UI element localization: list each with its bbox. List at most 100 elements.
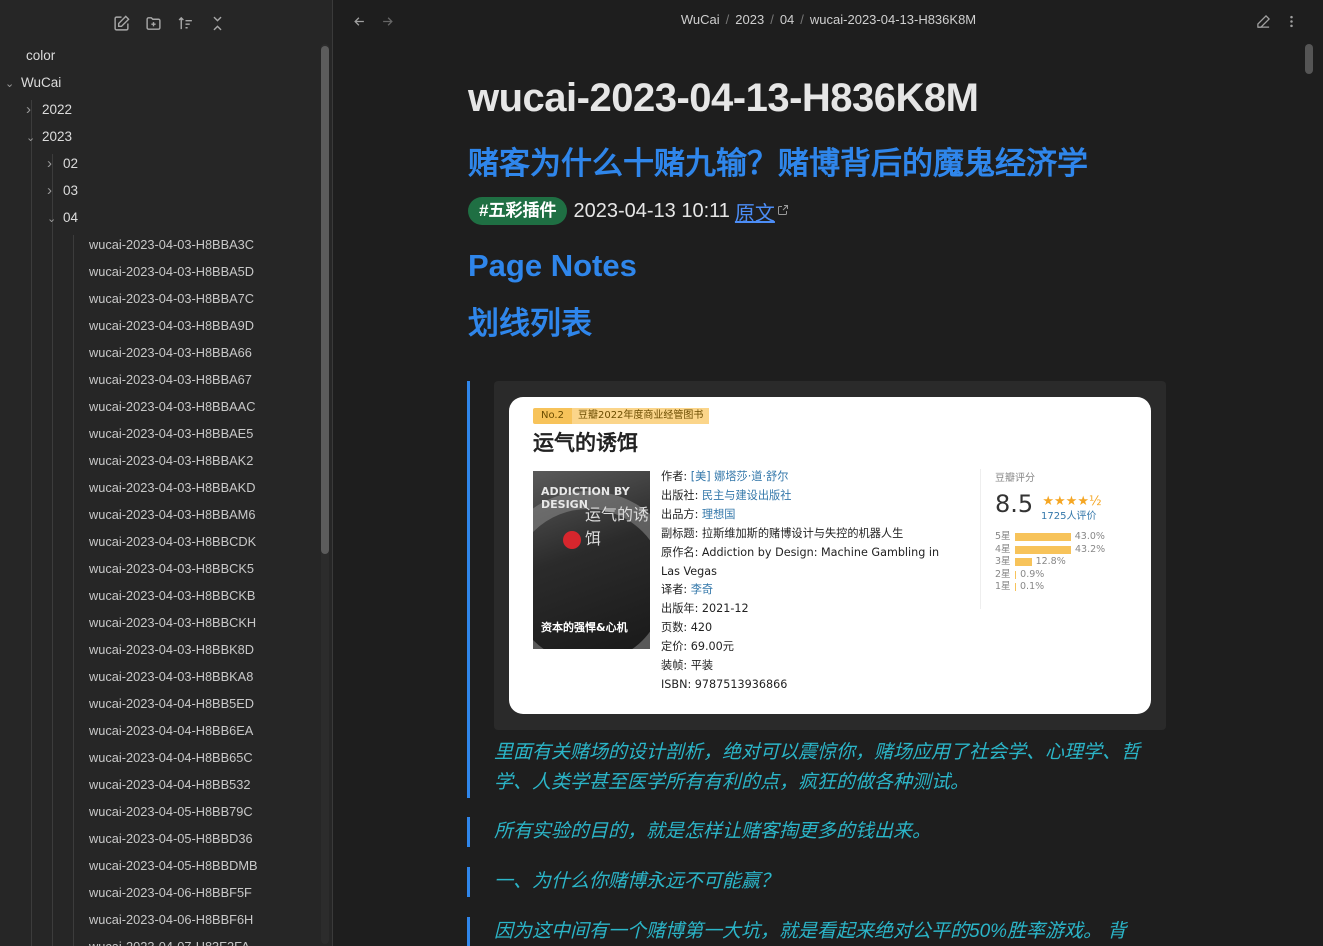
tree-indent-guide [73, 235, 74, 946]
chevron-down-icon[interactable]: ⌄ [5, 71, 21, 98]
badge-number: No.2 [533, 408, 572, 424]
chevron-right-icon[interactable]: › [47, 177, 63, 204]
info-key: 出版社: [661, 488, 702, 502]
tree-item-label: wucai-2023-04-04-H8BB532 [89, 777, 251, 792]
file-item[interactable]: wucai-2023-04-03-H8BBAAC [89, 393, 255, 420]
sidebar-scrollbar[interactable] [321, 44, 329, 944]
file-item[interactable]: wucai-2023-04-05-H8BBDMB [89, 852, 258, 879]
tree-item-label: wucai-2023-04-03-H8BBA3C [89, 237, 255, 252]
file-item[interactable]: wucai-2023-04-03-H8BBA66 [89, 339, 252, 366]
info-value: 2021-12 [701, 602, 749, 616]
folder-item[interactable]: ⌄ WuCai [5, 69, 61, 96]
info-value[interactable]: 民主与建设出版社 [702, 489, 792, 502]
file-item[interactable]: wucai-2023-04-06-H8BBF6H [89, 906, 253, 933]
tree-item-label: wucai-2023-04-03-H8BBA9D [89, 318, 255, 333]
info-key: 出版年: [661, 602, 702, 616]
rating-score: 8.5 [995, 490, 1034, 518]
rating-bar [1015, 570, 1017, 579]
note-content: wucai-2023-04-13-H836K8M 赌客为什么十赌九输？赌博背后的… [468, 70, 1188, 344]
file-item[interactable]: wucai-2023-04-03-H8BBA9D [89, 312, 254, 339]
file-item[interactable]: wucai-2023-04-03-H8BBCKH [89, 609, 256, 636]
folder-item[interactable]: › 02 [47, 150, 78, 177]
file-item[interactable]: wucai-2023-04-03-H8BBA5D [89, 258, 254, 285]
info-value[interactable]: [美] 娜塔莎·道·舒尔 [691, 470, 789, 483]
rating-bar-pct: 43.0% [1074, 531, 1105, 542]
tree-item-label: WuCai [21, 75, 62, 90]
cover-tagline: 资本的强悍&心机 [541, 621, 628, 634]
file-item[interactable]: wucai-2023-04-04-H8BB5ED [89, 690, 254, 717]
rating-bar-pct: 0.1% [1020, 581, 1045, 592]
file-item[interactable]: wucai-2023-04-04-H8BB65C [89, 744, 253, 771]
file-item[interactable]: wucai-2023-04-03-H8BBA67 [89, 366, 252, 393]
cover-ball-graphic [563, 531, 581, 549]
file-item[interactable]: wucai-2023-04-03-H8BBKA8 [89, 663, 253, 690]
file-item[interactable]: wucai-2023-04-03-H8BBAE5 [89, 420, 253, 447]
file-item[interactable]: wucai-2023-04-03-H8BBA3C [89, 231, 254, 258]
file-item[interactable]: wucai-2023-04-05-H8BBD36 [89, 825, 253, 852]
book-info-row: ISBN: 9787513936866 [661, 676, 961, 695]
file-item[interactable]: wucai-2023-04-05-H8BB79C [89, 798, 253, 825]
tag-pill[interactable]: #五彩插件 [468, 197, 568, 225]
folder-item[interactable]: › 2022 [26, 96, 72, 123]
new-note-icon[interactable] [111, 13, 131, 33]
file-item[interactable]: wucai-2023-04-04-H8BB532 [89, 771, 250, 798]
sort-icon[interactable] [175, 13, 195, 33]
chevron-down-icon[interactable]: ⌄ [47, 206, 63, 233]
tree-item-label: wucai-2023-04-05-H8BBDMB [89, 858, 258, 873]
rating-label: 豆瓣评分 [995, 473, 1035, 484]
file-item[interactable]: wucai-2023-04-03-H8BBCDK [89, 528, 256, 555]
rating-bar-row: 3星 12.8% [995, 556, 1066, 568]
chevron-right-icon[interactable]: › [47, 150, 63, 177]
info-value[interactable]: 理想国 [702, 508, 736, 521]
view-header: WuCai/2023/04/wucai-2023-04-13-H836K8M [334, 0, 1323, 42]
quote-text: 里面有关赌场的设计剖析，绝对可以震惊你，赌场应用了社会学、心理学、哲学、人类学甚… [494, 742, 1141, 793]
pencil-icon[interactable] [1253, 11, 1273, 31]
new-folder-icon[interactable] [143, 13, 163, 33]
folder-item[interactable]: color [26, 44, 55, 69]
info-key: 定价: [661, 640, 691, 654]
file-item[interactable]: wucai-2023-04-03-H8BBAM6 [89, 501, 255, 528]
book-info-list: 作者: [美] 娜塔莎·道·舒尔 出版社: 民主与建设出版社 出品方: 理想国 副标题… [661, 468, 961, 695]
file-item[interactable]: wucai-2023-04-04-H8BB6EA [89, 717, 253, 744]
file-item[interactable]: wucai-2023-04-03-H8BBAKD [89, 474, 255, 501]
folder-item[interactable]: › 03 [47, 177, 78, 204]
rating-bar-label: 3星 [995, 556, 1011, 567]
sidebar-scroll-thumb[interactable] [321, 46, 329, 554]
tree-item-label: wucai-2023-04-06-H8BBF6H [89, 912, 254, 927]
source-link[interactable]: 原文 [735, 197, 775, 226]
tree-item-label: wucai-2023-04-04-H8BB5ED [89, 696, 255, 711]
folder-item[interactable]: ⌄ 2023 [26, 123, 72, 150]
file-explorer-sidebar: color ⌄ WuCai › 2022 ⌄ 2023 › 02 › 03 ⌄ 04 wucai-2023… [0, 0, 333, 946]
quote-text: 一、为什么你赌博永远不可能赢？ [494, 871, 780, 892]
file-item[interactable]: wucai-2023-04-03-H8BBCK5 [89, 555, 254, 582]
file-item[interactable]: wucai-2023-04-03-H8BBA7C [89, 285, 254, 312]
breadcrumb-item[interactable]: WuCai [681, 12, 720, 27]
breadcrumb-item[interactable]: 04 [780, 12, 794, 27]
file-item[interactable]: wucai-2023-04-03-H8BBCKB [89, 582, 255, 609]
quote-text: 因为这中间有一个赌博第一大坑，就是看起来绝对公平的50%胜率游戏。 背 [494, 921, 1127, 942]
editor-pane: WuCai/2023/04/wucai-2023-04-13-H836K8M w… [334, 0, 1323, 946]
info-value[interactable]: 李奇 [691, 583, 713, 596]
breadcrumb-current[interactable]: wucai-2023-04-13-H836K8M [810, 12, 976, 27]
tree-item-label: wucai-2023-04-03-H8BBK8D [89, 642, 255, 657]
more-vertical-icon[interactable] [1281, 11, 1301, 31]
folder-item[interactable]: ⌄ 04 [47, 204, 78, 231]
highlight-quote: 因为这中间有一个赌博第一大坑，就是看起来绝对公平的50%胜率游戏。 背 [467, 917, 1167, 946]
tree-item-label: wucai-2023-04-03-H8BBA66 [89, 345, 252, 360]
file-item[interactable]: wucai-2023-04-03-H8BBAK2 [89, 447, 253, 474]
editor-scrollbar[interactable] [1305, 44, 1313, 74]
breadcrumb-item[interactable]: 2023 [735, 12, 764, 27]
chevron-right-icon[interactable]: › [26, 96, 42, 123]
info-value: 拉斯维加斯的赌博设计与失控的机器人生 [701, 526, 904, 540]
rating-bar-pct: 43.2% [1075, 543, 1106, 555]
book-info-row: 定价: 69.00元 [661, 638, 961, 657]
rating-bar [1015, 583, 1016, 591]
tree-indent-guide [52, 154, 53, 946]
file-item[interactable]: wucai-2023-04-03-H8BBK8D [89, 636, 254, 663]
collapse-all-icon[interactable] [207, 13, 227, 33]
info-key: 副标题: [661, 526, 702, 540]
chevron-down-icon[interactable]: ⌄ [26, 125, 42, 152]
file-item[interactable]: wucai-2023-04-06-H8BBF5F [89, 879, 252, 906]
tree-item-label: wucai-2023-04-03-H8BBA7C [89, 291, 255, 306]
file-item[interactable]: wucai-2023-04-07-H83F2FA [89, 933, 250, 946]
